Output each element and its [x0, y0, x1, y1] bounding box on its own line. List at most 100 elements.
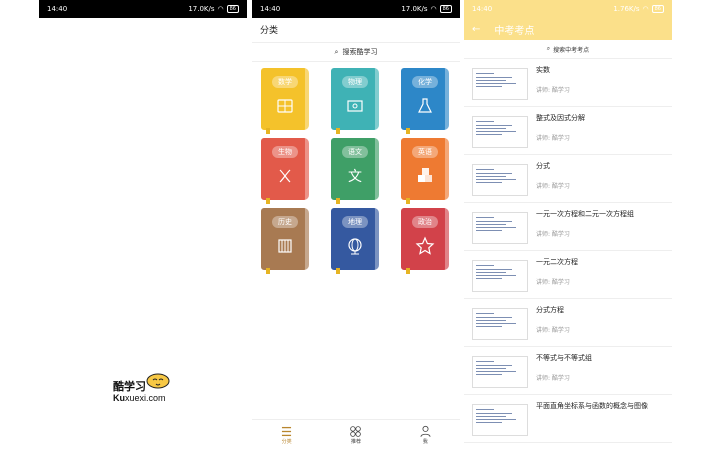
calculator-icon: [277, 99, 293, 113]
status-time: 14:40: [472, 5, 493, 13]
thumbnail-image: [472, 308, 528, 340]
list-item[interactable]: 平面直角坐标系与函数的概念与图像: [464, 395, 672, 443]
book-spine: [445, 138, 449, 200]
list-item[interactable]: 分式方程 讲师: 酷学习: [464, 299, 672, 347]
bottom-tab-bar: 分类 推荐 我: [252, 419, 460, 450]
subject-label: 物理: [342, 76, 368, 88]
subject-book[interactable]: 政治: [401, 208, 449, 274]
bookmark-ribbon: [336, 268, 340, 274]
tab-item[interactable]: 推荐: [336, 425, 376, 445]
bookmark-ribbon: [266, 198, 270, 204]
thumbnail-image: [472, 212, 528, 244]
bookmark-ribbon: [336, 128, 340, 134]
list-icon: [282, 426, 292, 437]
battery-icon: 86: [226, 5, 239, 13]
subject-label: 英语: [412, 146, 438, 158]
top-bar: ← 中考考点: [464, 18, 672, 40]
topic-author: 讲师: 酷学习: [536, 231, 570, 238]
flask-icon: [418, 98, 432, 113]
search-icon: ⌕: [546, 45, 551, 52]
subject-label: 数学: [272, 76, 298, 88]
list-item[interactable]: 不等式与不等式组 讲师: 酷学习: [464, 347, 672, 395]
battery-icon: 86: [651, 5, 664, 13]
tab-label: 推荐: [350, 439, 361, 445]
subject-label: 政治: [412, 216, 438, 228]
topic-title: 平面直角坐标系与函数的概念与图像: [536, 402, 648, 410]
user-icon: [420, 425, 431, 437]
bookmark-ribbon: [266, 268, 270, 274]
wifi-icon: ◠: [217, 5, 224, 13]
bookmark-ribbon: [406, 128, 410, 134]
bookmark-ribbon: [406, 198, 410, 204]
tab-label: 分类: [281, 439, 292, 445]
mascot-cloud-icon: [146, 373, 170, 389]
topic-author: 讲师: 酷学习: [536, 183, 570, 190]
subject-label: 语文: [342, 146, 368, 158]
subject-book[interactable]: 物理: [331, 68, 379, 134]
topic-title: 一元二次方程: [536, 258, 578, 266]
battery-icon: 86: [439, 5, 452, 13]
tab-item[interactable]: 分类: [267, 425, 307, 445]
list-item[interactable]: 一元二次方程 讲师: 酷学习: [464, 251, 672, 299]
book-spine: [375, 138, 379, 200]
category-screen: 14:40 17.0K/s ◠ 86 分类 ⌕ 搜索酷学习 数学 物理 化学 生物 语文…: [252, 0, 460, 450]
thumbnail-image: [472, 260, 528, 292]
book-spine: [445, 208, 449, 270]
star-badge-icon: [415, 236, 435, 255]
topic-author: 讲师: 酷学习: [536, 135, 570, 142]
topic-list-screen: 14:40 1.76K/s ◠ 86 ← 中考考点 ⌕ 搜索中考考点 实数 讲师:…: [464, 0, 672, 450]
back-arrow-icon[interactable]: ←: [472, 24, 480, 35]
wifi-icon: ◠: [642, 5, 649, 13]
page-title: 分类: [260, 25, 279, 36]
app-logo: 酷学习 Kuxuexi.com: [113, 370, 183, 406]
subject-label: 历史: [272, 216, 298, 228]
list-item[interactable]: 一元一次方程和二元一次方程组 讲师: 酷学习: [464, 203, 672, 251]
subject-book[interactable]: 历史: [261, 208, 309, 274]
tab-item[interactable]: 我: [405, 425, 445, 445]
book-spine: [305, 208, 309, 270]
subject-book[interactable]: 语文文: [331, 138, 379, 204]
thumbnail-image: [472, 164, 528, 196]
logo-domain-text: Kuxuexi.com: [113, 393, 166, 403]
dna-icon: [279, 169, 291, 183]
logo-chinese-text: 酷学习: [113, 380, 146, 393]
splash-screen: 14:40 17.0K/s ◠ 86 酷学习 Kuxuexi.com: [39, 0, 247, 450]
subject-book[interactable]: 英语: [401, 138, 449, 204]
circuit-icon: [347, 100, 363, 112]
subject-book[interactable]: 生物: [261, 138, 309, 204]
search-bar[interactable]: ⌕ 搜索中考考点: [464, 40, 672, 59]
topic-title: 整式及因式分解: [536, 114, 585, 122]
topic-title: 一元一次方程和二元一次方程组: [536, 210, 634, 218]
topic-author: 讲师: 酷学习: [536, 375, 570, 382]
bookmark-ribbon: [266, 128, 270, 134]
status-bar: 14:40 17.0K/s ◠ 86: [252, 0, 460, 18]
subject-label: 地理: [342, 216, 368, 228]
thumbnail-image: [472, 356, 528, 388]
abc-blocks-icon: [418, 168, 432, 182]
globe-icon: [348, 238, 362, 255]
subject-book[interactable]: 化学: [401, 68, 449, 134]
thumbnail-image: [472, 68, 528, 100]
network-speed: 17.0K/s: [401, 5, 428, 13]
search-placeholder: 搜索酷学习: [342, 48, 378, 56]
list-item[interactable]: 分式讲师: 酷学习: [464, 155, 672, 203]
list-item[interactable]: 整式及因式分解 讲师: 酷学习: [464, 107, 672, 155]
topic-title: 分式: [536, 162, 550, 170]
scroll-icon: [278, 239, 292, 253]
search-bar[interactable]: ⌕ 搜索酷学习: [252, 42, 460, 62]
wifi-icon: ◠: [430, 5, 437, 13]
subject-book[interactable]: 地理: [331, 208, 379, 274]
thumbnail-image: [472, 404, 528, 436]
status-time: 14:40: [260, 5, 281, 13]
status-bar: 14:40 17.0K/s ◠ 86: [39, 0, 247, 18]
book-spine: [305, 68, 309, 130]
book-spine: [305, 138, 309, 200]
svg-text:文: 文: [348, 169, 362, 185]
network-speed: 17.0K/s: [188, 5, 215, 13]
topic-title: 分式方程: [536, 306, 564, 314]
subject-grid: 数学 物理 化学 生物 语文文 英语 历史 地理 政治: [261, 68, 453, 274]
subject-book[interactable]: 数学: [261, 68, 309, 134]
topic-list: 实数 讲师: 酷学习 整式及因式分解 讲师: 酷学习 分式 讲师: 酷学习 一元一次方程和二…: [464, 59, 672, 443]
list-item[interactable]: 实数 讲师: 酷学习: [464, 59, 672, 107]
subject-label: 化学: [412, 76, 438, 88]
